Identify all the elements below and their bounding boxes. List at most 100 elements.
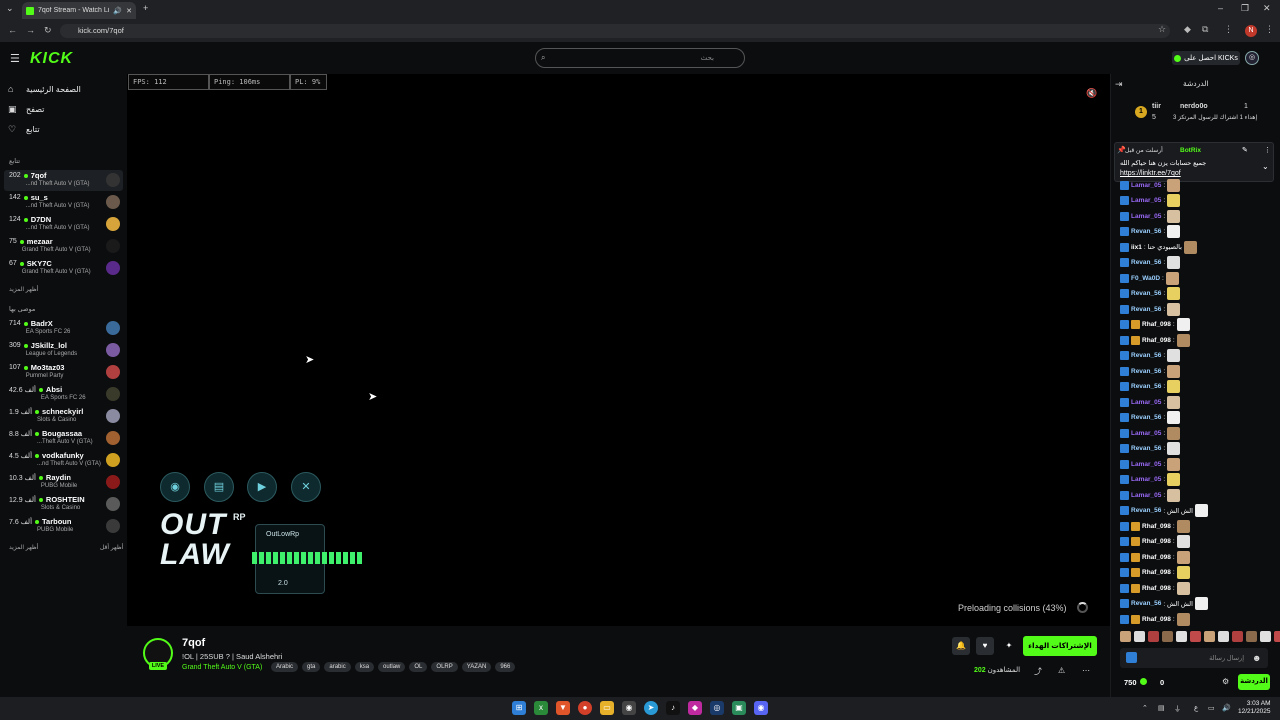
show-more-following[interactable]: أظهر المزيد xyxy=(9,286,38,293)
quick-emote-icon[interactable] xyxy=(1176,631,1187,642)
display-icon[interactable]: ▭ xyxy=(1208,704,1215,712)
maximize-icon[interactable]: ❐ xyxy=(1241,3,1249,14)
input-language[interactable]: ع xyxy=(1194,704,1198,712)
nav-home[interactable]: ⌂ الصفحة الرئيسية xyxy=(8,84,81,94)
browser-tab[interactable]: 7qof Stream - Watch Live o 🔊 ✕ xyxy=(22,2,136,19)
tab-close-icon[interactable]: ✕ xyxy=(126,7,132,15)
chat-username[interactable]: Revan_56 xyxy=(1131,290,1161,297)
muted-speaker-icon[interactable]: 🔇 xyxy=(1086,88,1097,99)
downloads-icon[interactable]: ⋮ xyxy=(1224,24,1233,35)
chat-badge-icon[interactable] xyxy=(1126,652,1137,663)
chat-username[interactable]: Revan_56 xyxy=(1131,414,1161,421)
obs-icon[interactable]: ◉ xyxy=(622,701,636,715)
new-tab-icon[interactable]: + xyxy=(143,3,148,13)
nav-following[interactable]: ♡ تتابع xyxy=(8,124,40,135)
tray-expand-icon[interactable]: ⌃ xyxy=(1142,704,1148,712)
get-kicks-button[interactable]: احصل على KICKs xyxy=(1172,51,1240,65)
stream-tag[interactable]: YAZAN xyxy=(461,662,492,672)
extensions-puzzle-icon[interactable]: ⧉ xyxy=(1202,24,1208,35)
chat-username[interactable]: Rhaf_098 xyxy=(1142,585,1171,592)
window-close-icon[interactable]: ✕ xyxy=(1263,3,1271,14)
chat-username[interactable]: Revan_56 xyxy=(1131,600,1161,607)
bookmark-star-icon[interactable]: ☆ xyxy=(1158,24,1166,35)
quick-emote-icon[interactable] xyxy=(1190,631,1201,642)
gift-subscriptions-button[interactable]: الإشتراكات الهداء xyxy=(1023,636,1097,656)
pinned-user[interactable]: BotRix xyxy=(1180,147,1201,154)
chat-username[interactable]: Revan_56 xyxy=(1131,368,1161,375)
expand-pinned-icon[interactable]: ⌄ xyxy=(1262,162,1269,171)
sidebar-channel-d7dn[interactable]: 124 D7DN ...nd Theft Auto V (GTA) xyxy=(4,214,123,235)
chat-username[interactable]: Rhaf_098 xyxy=(1142,569,1171,576)
chat-input[interactable]: إرسال رسالة xyxy=(1120,648,1268,668)
chat-collapse-icon[interactable]: ⇥ xyxy=(1115,79,1123,90)
quick-emote-icon[interactable] xyxy=(1260,631,1271,642)
chat-send-button[interactable]: الدردشة xyxy=(1238,674,1270,690)
chat-username[interactable]: Rhaf_098 xyxy=(1142,616,1171,623)
back-icon[interactable]: ← xyxy=(8,25,17,35)
reload-icon[interactable]: ↻ xyxy=(44,25,52,36)
chrome-icon[interactable]: ● xyxy=(578,701,592,715)
unpin-icon[interactable]: ✎ xyxy=(1242,146,1248,154)
quick-emote-icon[interactable] xyxy=(1232,631,1243,642)
tiktok-icon[interactable]: ♪ xyxy=(666,701,680,715)
quick-emote-icon[interactable] xyxy=(1218,631,1229,642)
streamer-name[interactable]: 7qof xyxy=(182,637,205,649)
chat-username[interactable]: Lamar_05 xyxy=(1131,461,1161,468)
profile-avatar[interactable]: N xyxy=(1245,25,1257,37)
chat-username[interactable]: Revan_56 xyxy=(1131,228,1161,235)
sidebar-channel-jskillz_lol[interactable]: 309 JSkillz_lol League of Legends xyxy=(4,340,123,361)
chat-username[interactable]: Revan_56 xyxy=(1131,259,1161,266)
chat-username[interactable]: Rhaf_098 xyxy=(1142,321,1171,328)
chat-username[interactable]: Rhaf_098 xyxy=(1142,554,1171,561)
stream-tag[interactable]: outlaw xyxy=(378,662,406,672)
chat-username[interactable]: Lamar_05 xyxy=(1131,492,1161,499)
gift-icon[interactable]: ✦ xyxy=(1000,637,1018,655)
steam-icon[interactable]: ◎ xyxy=(710,701,724,715)
sidebar-channel-roshtein[interactable]: 12.9 ألف ROSHTEIN Slots & Casino xyxy=(4,494,123,515)
quick-emote-icon[interactable] xyxy=(1148,631,1159,642)
sidebar-channel-badrx[interactable]: 714 BadrX EA Sports FC 26 xyxy=(4,318,123,339)
search-input[interactable]: بحث xyxy=(535,48,745,68)
app2-icon[interactable]: ▣ xyxy=(732,701,746,715)
chat-username[interactable]: F0_Wa0D xyxy=(1131,275,1160,282)
stream-tag[interactable]: 966 xyxy=(495,662,516,672)
pinned-link[interactable]: https://linktr.ee/7qof xyxy=(1120,170,1181,177)
stream-tag[interactable]: arabic xyxy=(324,662,351,672)
chat-settings-icon[interactable]: ⚙ xyxy=(1222,677,1229,686)
tab-list-icon[interactable]: ⌄ xyxy=(6,3,14,14)
pinned-menu-icon[interactable]: ⋮ xyxy=(1264,146,1271,154)
brave-icon[interactable]: ▼ xyxy=(556,701,570,715)
volume-icon[interactable]: 🔊 xyxy=(1222,704,1231,712)
quick-emote-icon[interactable] xyxy=(1120,631,1131,642)
chat-username[interactable]: Lamar_05 xyxy=(1131,476,1161,483)
stream-category[interactable]: Grand Theft Auto V (GTA) xyxy=(182,664,262,671)
forward-icon[interactable]: → xyxy=(26,25,35,35)
notification-bell-button[interactable]: 🔔 xyxy=(952,637,970,655)
sidebar-channel-su_s[interactable]: 142 su_s ...nd Theft Auto V (GTA) xyxy=(4,192,123,213)
extension-icon[interactable]: ◆ xyxy=(1184,24,1191,35)
usb-icon[interactable]: ⏚ xyxy=(1174,704,1181,714)
show-more-recommended[interactable]: أظهر المزيد xyxy=(9,544,38,551)
system-clock[interactable]: 3:03 AM 12/21/2025 xyxy=(1238,700,1271,716)
sidebar-channel-raydin[interactable]: 10.3 ألف Raydin PUBG Mobile xyxy=(4,472,123,493)
stream-tag[interactable]: OLRP xyxy=(431,662,458,672)
chat-username[interactable]: Revan_56 xyxy=(1131,445,1161,452)
quick-emote-icon[interactable] xyxy=(1162,631,1173,642)
windows-start-icon[interactable]: ⊞ xyxy=(512,701,526,715)
chat-username[interactable]: Lamar_05 xyxy=(1131,213,1161,220)
quick-emote-icon[interactable] xyxy=(1274,631,1280,642)
show-less-recommended[interactable]: أظهر أقل xyxy=(100,544,123,551)
tray-app-icon[interactable]: ▤ xyxy=(1158,704,1165,712)
chat-username[interactable]: Rhaf_098 xyxy=(1142,337,1171,344)
report-icon[interactable]: ⚠ xyxy=(1058,666,1065,675)
sidebar-channel-schneckyirl[interactable]: 1.9 ألف schneckyirl Slots & Casino xyxy=(4,406,123,427)
hamburger-menu-icon[interactable]: ☰ xyxy=(10,52,20,65)
chat-username[interactable]: Lamar_05 xyxy=(1131,399,1161,406)
chat-username[interactable]: Rhaf_098 xyxy=(1142,538,1171,545)
app-icon[interactable]: ◆ xyxy=(688,701,702,715)
browser-menu-icon[interactable]: ⋮ xyxy=(1265,24,1274,35)
kick-logo[interactable]: KICK xyxy=(30,50,73,68)
telegram-icon[interactable]: ➤ xyxy=(644,701,658,715)
chat-username[interactable]: Lamar_05 xyxy=(1131,430,1161,437)
sidebar-channel-vodkafunky[interactable]: 4.5 ألف vodkafunky ...nd Theft Auto V (GTA… xyxy=(4,450,123,471)
